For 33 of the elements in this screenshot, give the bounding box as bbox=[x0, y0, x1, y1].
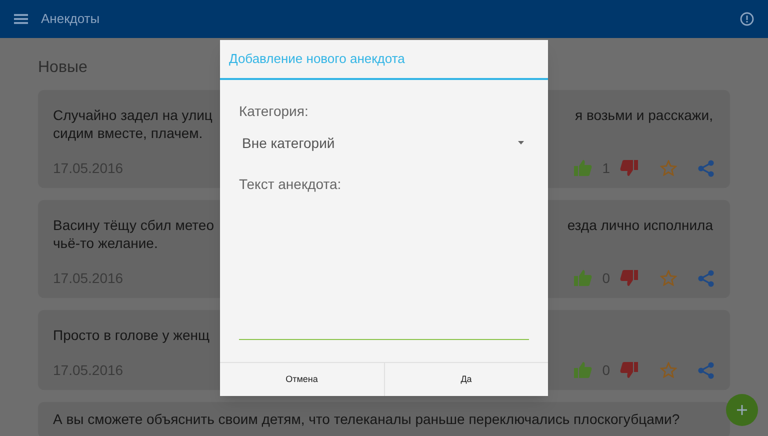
joke-text: я возьми и расскажи, bbox=[574, 106, 713, 124]
joke-text: чьё-то желание. bbox=[53, 234, 158, 252]
thumbs-down-icon[interactable] bbox=[620, 160, 638, 176]
thumbs-up-icon[interactable] bbox=[574, 270, 592, 286]
category-label: Категория: bbox=[239, 102, 310, 121]
joke-text: Васину тёщу сбил метео bbox=[53, 216, 214, 234]
star-icon[interactable] bbox=[660, 160, 677, 176]
share-icon[interactable] bbox=[698, 362, 714, 378]
dialog-title: Добавление нового анекдота bbox=[220, 40, 548, 80]
plus-icon bbox=[737, 405, 747, 415]
dropdown-caret-icon bbox=[518, 141, 524, 145]
star-icon[interactable] bbox=[660, 270, 677, 286]
info-icon[interactable] bbox=[740, 12, 754, 26]
thumbs-up-icon[interactable] bbox=[574, 160, 592, 176]
joke-text: езда лично исполнила bbox=[567, 216, 713, 234]
menu-icon[interactable] bbox=[14, 13, 28, 25]
thumbs-down-icon[interactable] bbox=[620, 270, 638, 286]
thumbs-down-icon[interactable] bbox=[620, 362, 638, 378]
add-button[interactable] bbox=[726, 394, 758, 426]
share-icon[interactable] bbox=[698, 270, 714, 286]
text-label: Текст анекдота: bbox=[239, 175, 342, 194]
joke-text: Случайно задел на улиц bbox=[53, 106, 212, 124]
joke-text: А вы сможете объяснить своим детям, что телеканалы раньше переключались плоскогубцами? bbox=[53, 410, 680, 428]
dialog-button[interactable]: Отмена bbox=[220, 363, 384, 396]
star-icon[interactable] bbox=[660, 362, 677, 378]
joke-text: сидим вместе, плачем. bbox=[53, 124, 203, 142]
share-icon[interactable] bbox=[698, 160, 714, 176]
thumbs-up-icon[interactable] bbox=[574, 362, 592, 378]
section-title: Новые bbox=[38, 58, 88, 78]
dialog-button[interactable]: Да bbox=[384, 363, 548, 396]
app-title: Анекдоты bbox=[41, 10, 100, 28]
category-dropdown[interactable]: Вне категорий bbox=[239, 132, 529, 154]
joke-text: Просто в голове у женщ bbox=[53, 326, 210, 344]
